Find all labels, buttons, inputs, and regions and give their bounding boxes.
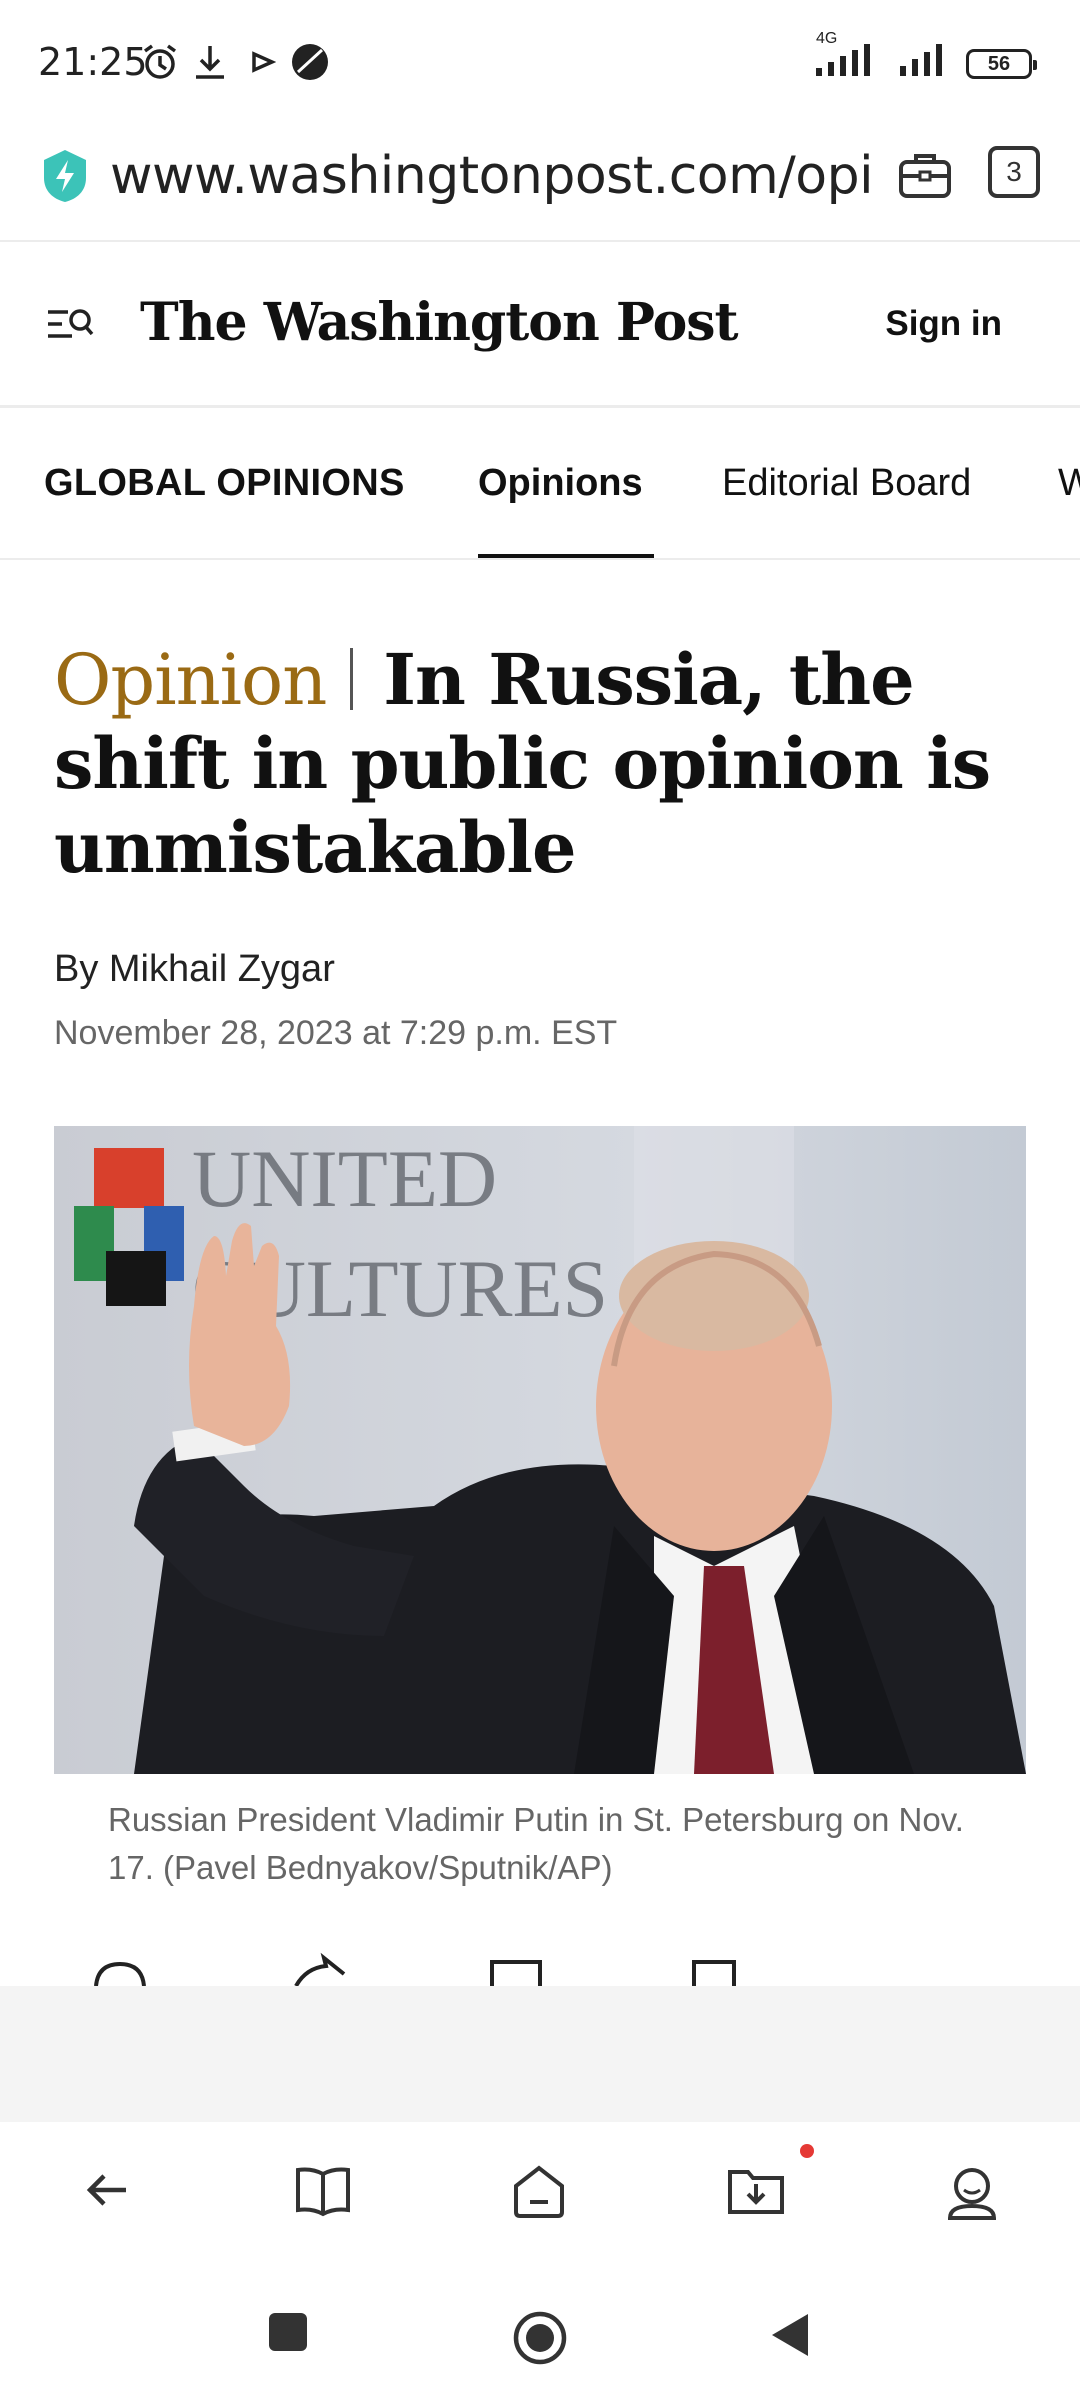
tab-global-opinions[interactable]: GLOBAL OPINIONS	[44, 462, 405, 505]
toolbox-icon[interactable]	[898, 150, 952, 205]
book-icon[interactable]	[294, 2164, 352, 2223]
byline[interactable]: By Mikhail Zygar	[54, 948, 335, 991]
site-header: The Washington Post Sign in	[0, 244, 1080, 408]
network-type: 4G	[816, 30, 838, 47]
back-icon[interactable]	[82, 2164, 134, 2221]
browser-url-bar: www.washingtonpost.com/opinions/2023/11/…	[0, 130, 1080, 242]
share-icon	[294, 1952, 346, 1986]
system-nav-bar	[0, 2270, 1080, 2400]
security-shield-icon[interactable]	[40, 148, 90, 209]
kicker-divider	[350, 648, 354, 710]
signal-icon	[898, 44, 948, 83]
article-headline: Opinion In Russia, the shift in public op…	[54, 638, 1044, 890]
battery-level: 56	[987, 52, 1011, 75]
recents-icon[interactable]	[266, 2310, 310, 2359]
photo-sign-line-1: UNITED	[192, 1133, 497, 1224]
alarm-icon	[140, 42, 180, 87]
notification-dot	[800, 2144, 814, 2158]
browser-bottom-nav	[0, 2122, 1080, 2270]
active-tab-indicator	[478, 554, 654, 558]
ad-placeholder	[0, 1986, 1080, 2122]
publish-date: November 28, 2023 at 7:29 p.m. EST	[54, 1014, 618, 1052]
sign-in-link[interactable]: Sign in	[885, 304, 1002, 344]
vpn-icon	[290, 42, 330, 87]
photo-caption: Russian President Vladimir Putin in St. …	[108, 1801, 964, 1886]
signal-4g-icon: 4G	[814, 30, 880, 83]
downloads-icon[interactable]	[726, 2164, 786, 2223]
tabs-count-button[interactable]: 3	[988, 146, 1040, 198]
back-triangle-icon[interactable]	[768, 2310, 812, 2365]
battery-icon: 56	[966, 48, 1037, 79]
opinion-kicker: Opinion	[54, 639, 327, 721]
bookmark-icon	[490, 1960, 542, 1986]
status-bar: 21:25 4G 56	[0, 0, 1080, 130]
tab-editorial-board[interactable]: Editorial Board	[722, 462, 971, 505]
tab-opinions[interactable]: Opinions	[478, 462, 643, 505]
section-nav: GLOBAL OPINIONS Opinions Editorial Board…	[0, 410, 1080, 560]
profile-icon[interactable]	[944, 2164, 1000, 2227]
gift-icon	[692, 1960, 736, 1986]
play-icon	[250, 42, 277, 87]
home-circle-icon[interactable]	[512, 2310, 568, 2371]
article-photo[interactable]: UNITED CULTURES	[54, 1126, 1026, 1774]
status-time: 21:25	[38, 40, 148, 84]
site-logo[interactable]: The Washington Post	[140, 292, 739, 353]
article-tools-strip	[0, 1950, 1080, 1986]
url-field[interactable]: www.washingtonpost.com/opinions/2023/11/…	[110, 146, 870, 206]
menu-search-icon[interactable]	[46, 306, 94, 351]
tab-next-partial[interactable]: W	[1058, 462, 1080, 505]
comment-icon	[94, 1961, 146, 1986]
download-icon	[192, 42, 228, 87]
home-icon[interactable]	[510, 2164, 568, 2225]
